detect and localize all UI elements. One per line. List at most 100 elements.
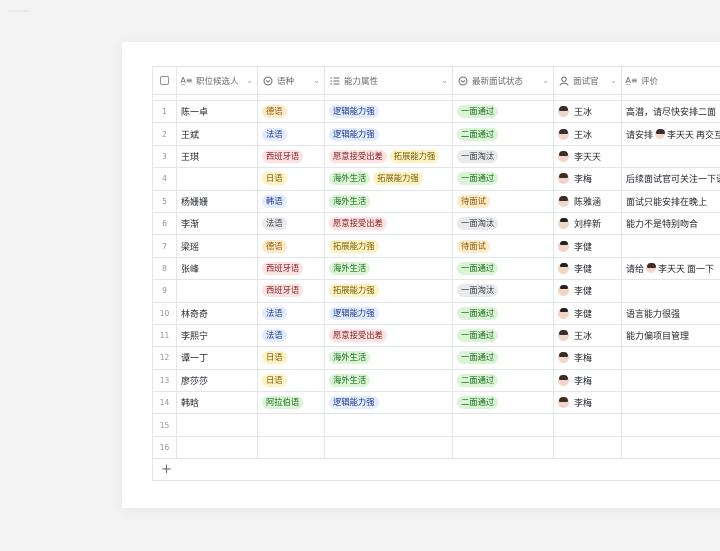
candidate-name-cell[interactable]: 李渐 — [177, 212, 258, 236]
interviewer-cell[interactable]: 王冰 — [554, 324, 622, 348]
candidate-name-cell[interactable] — [177, 168, 258, 191]
interviewer-cell[interactable]: 李梅 — [554, 369, 622, 393]
ability-cell[interactable]: 逻辑能力强 — [325, 123, 453, 146]
language-tag[interactable]: 日语 — [262, 172, 287, 186]
chevron-down-icon[interactable]: ⌄ — [246, 76, 253, 85]
language-tag[interactable]: 阿拉伯语 — [262, 396, 304, 410]
evaluation-cell[interactable]: 请安排 李天天再交互 — [622, 123, 720, 146]
status-tag[interactable]: 二面通过 — [457, 373, 499, 387]
candidate-name-cell[interactable] — [177, 414, 258, 437]
table-row[interactable]: 10 林奇奇 法语 逻辑能力强 一面通过 李健 语言能力很强 — [153, 302, 720, 325]
chevron-down-icon[interactable]: ⌄ — [542, 76, 549, 85]
ability-tag[interactable]: 海外生活 — [329, 351, 371, 365]
candidate-name-cell[interactable]: 廖莎莎 — [177, 369, 258, 393]
ability-tag[interactable]: 拓展能力强 — [373, 172, 423, 186]
interviewer-cell[interactable]: 李梅 — [554, 392, 622, 415]
status-cell[interactable]: 二面通过 — [453, 123, 554, 146]
language-tag[interactable]: 法语 — [262, 306, 287, 320]
status-tag[interactable]: 一面通过 — [457, 105, 499, 119]
language-cell[interactable]: 法语 — [258, 302, 325, 325]
evaluation-cell[interactable] — [622, 347, 720, 370]
language-tag[interactable]: 西班牙语 — [262, 149, 304, 163]
status-tag[interactable]: 一面通过 — [457, 172, 499, 186]
language-cell[interactable]: 阿拉伯语 — [258, 392, 325, 415]
ability-cell[interactable]: 海外生活 — [325, 190, 453, 213]
evaluation-cell[interactable] — [622, 414, 720, 437]
ability-cell[interactable]: 逻辑能力强 — [325, 101, 453, 124]
ability-tag[interactable]: 逻辑能力强 — [329, 105, 379, 119]
chevron-down-icon[interactable]: ⌄ — [441, 76, 448, 85]
status-tag[interactable]: 一面淘汰 — [457, 149, 499, 163]
column-header-eval[interactable]: A̲≡ 评价 — [622, 67, 720, 95]
candidate-name-cell[interactable]: 林奇奇 — [177, 302, 258, 325]
status-cell[interactable]: 待面试 — [453, 235, 554, 258]
interviewer-cell[interactable]: 王冰 — [554, 123, 622, 146]
table-row[interactable]: 7 梁瑶 德语 拓展能力强 待面试 李健 — [153, 235, 720, 258]
select-all-checkbox[interactable] — [160, 76, 169, 85]
ability-tag[interactable]: 愿意接受出差 — [329, 217, 387, 231]
table-row[interactable]: 14 韩晗 阿拉伯语 逻辑能力强 二面通过 李梅 — [153, 392, 720, 415]
interviewer-cell[interactable]: 李健 — [554, 280, 622, 303]
candidate-name-cell[interactable]: 韩晗 — [177, 392, 258, 415]
table-row[interactable]: 1 陈一卓 德语 逻辑能力强 一面通过 王冰 高潜，请尽快安排二面 — [153, 101, 720, 124]
table-row[interactable]: 3 王琪 西班牙语 愿意接受出差 拓展能力强 一面淘汰 李天天 — [153, 145, 720, 169]
ability-tag[interactable]: 逻辑能力强 — [329, 127, 379, 141]
evaluation-cell[interactable]: 高潜，请尽快安排二面 — [622, 101, 720, 124]
ability-tag[interactable]: 拓展能力强 — [329, 284, 379, 298]
interviewer-cell[interactable]: 李梅 — [554, 168, 622, 191]
ability-cell[interactable]: 愿意接受出差 拓展能力强 — [325, 145, 453, 169]
language-tag[interactable]: 日语 — [262, 351, 287, 365]
interviewer-cell[interactable]: 李梅 — [554, 347, 622, 370]
language-tag[interactable]: 法语 — [262, 127, 287, 141]
ability-tag[interactable]: 海外生活 — [329, 172, 371, 186]
column-header-lang[interactable]: 语种 ⌄ — [258, 67, 325, 95]
ability-cell[interactable] — [325, 436, 453, 460]
ability-tag[interactable]: 逻辑能力强 — [329, 306, 379, 320]
table-row[interactable]: 6 李渐 法语 愿意接受出差 一面淘汰 刘梓新 能力不是特别吻合 — [153, 212, 720, 236]
language-cell[interactable] — [258, 436, 325, 460]
status-cell[interactable]: 一面通过 — [453, 168, 554, 191]
ability-tag[interactable]: 拓展能力强 — [389, 149, 440, 163]
language-cell[interactable]: 法语 — [258, 212, 325, 236]
ability-tag[interactable]: 愿意接受出差 — [329, 329, 387, 343]
language-cell[interactable]: 日语 — [258, 168, 325, 191]
evaluation-cell[interactable] — [622, 235, 720, 258]
status-cell[interactable]: 待面试 — [453, 190, 554, 213]
table-row[interactable]: 8 张峰 西班牙语 海外生活 一面通过 李健 请给 李天天 面一下 — [153, 257, 720, 281]
candidate-name-cell[interactable]: 李熙宁 — [177, 324, 258, 348]
ability-cell[interactable]: 海外生活 拓展能力强 — [325, 168, 453, 191]
table-row[interactable]: 15 — [153, 414, 720, 437]
status-cell[interactable]: 一面淘汰 — [453, 145, 554, 169]
table-row[interactable]: 4 日语 海外生活 拓展能力强 一面通过 李梅 后续面试官可关注一下语 — [153, 168, 720, 191]
evaluation-cell[interactable] — [622, 370, 720, 393]
select-all-cell[interactable] — [153, 67, 177, 95]
candidate-name-cell[interactable]: 陈一卓 — [177, 101, 258, 124]
language-cell[interactable]: 韩语 — [258, 190, 325, 213]
language-cell[interactable]: 西班牙语 — [258, 257, 325, 281]
interviewer-cell[interactable]: 王冰 — [554, 101, 622, 124]
ability-cell[interactable] — [325, 414, 453, 437]
status-cell[interactable]: 一面通过 — [453, 257, 554, 281]
candidate-name-cell[interactable]: 张峰 — [177, 257, 258, 281]
language-tag[interactable]: 德语 — [262, 239, 287, 253]
language-tag[interactable]: 德语 — [262, 105, 287, 119]
language-tag[interactable]: 日语 — [262, 373, 287, 387]
status-cell[interactable]: 二面通过 — [453, 369, 554, 393]
evaluation-cell[interactable]: 语言能力很强 — [622, 303, 720, 325]
table-row[interactable]: 12 谭一丁 日语 海外生活 一面通过 李梅 — [153, 347, 720, 370]
candidate-name-cell[interactable] — [177, 280, 258, 303]
evaluation-cell[interactable] — [622, 146, 720, 169]
evaluation-cell[interactable]: 能力不是特别吻合 — [622, 213, 720, 236]
column-header-name[interactable]: A̲≡ 职位候选人 ⌄ — [177, 67, 258, 95]
status-tag[interactable]: 二面通过 — [457, 127, 499, 141]
table-row[interactable]: 2 王斌 法语 逻辑能力强 二面通过 王冰 请安排 李天天再交互 — [153, 123, 720, 146]
interviewer-cell[interactable]: 李健 — [554, 235, 622, 258]
ability-tag[interactable]: 愿意接受出差 — [329, 149, 387, 163]
column-header-ability[interactable]: 能力属性 ⌄ — [325, 67, 453, 95]
candidate-name-cell[interactable]: 王斌 — [177, 123, 258, 146]
table-row[interactable]: 5 杨姗姗 韩语 海外生活 待面试 陈雅涵 面试只能安排在晚上 — [153, 190, 720, 213]
add-row-button[interactable]: + — [153, 459, 720, 482]
evaluation-cell[interactable] — [622, 437, 720, 460]
ability-tag[interactable]: 逻辑能力强 — [329, 396, 379, 410]
candidate-name-cell[interactable]: 杨姗姗 — [177, 190, 258, 213]
